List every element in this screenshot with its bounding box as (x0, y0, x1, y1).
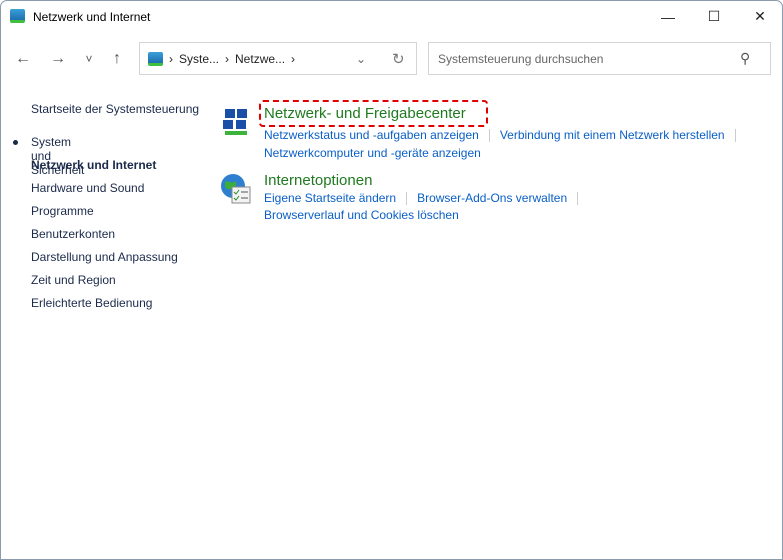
address-bar[interactable]: › Syste... › Netzwe... › ⌄ ↻ (139, 42, 417, 75)
clear-history-link[interactable]: Browserverlauf und Cookies löschen (264, 208, 459, 222)
connect-network-link[interactable]: Verbindung mit einem Netzwerk herstellen (500, 128, 725, 142)
chevron-right-icon[interactable]: › (291, 52, 295, 66)
chevron-right-icon: › (225, 51, 230, 66)
address-dropdown-icon[interactable]: ⌄ (356, 52, 386, 66)
window-title: Netzwerk und Internet (33, 10, 151, 24)
search-placeholder: Systemsteuerung durchsuchen (438, 51, 604, 66)
network-center-icon (221, 107, 251, 137)
chevron-right-icon: › (169, 51, 173, 66)
minimize-button[interactable]: — (645, 1, 691, 32)
internet-options-links: Eigene Startseite ändern Browser-Add-Ons… (264, 191, 579, 205)
maximize-button[interactable]: ☐ (691, 1, 737, 32)
sidebar-item-accessibility[interactable]: Erleichterte Bedienung (31, 296, 152, 310)
recent-locations-button[interactable]: ˅ (77, 47, 101, 71)
internet-options-icon (220, 173, 252, 205)
network-computers-link[interactable]: Netzwerkcomputer und -geräte anzeigen (264, 146, 481, 160)
internet-options-heading[interactable]: Internetoptionen (264, 172, 372, 189)
divider (734, 128, 736, 142)
back-button[interactable]: ← (11, 47, 35, 71)
refresh-icon[interactable]: ↻ (392, 50, 416, 68)
app-icon (10, 9, 25, 23)
network-center-links: Netzwerkstatus und -aufgaben anzeigen Ve… (264, 128, 736, 142)
search-input[interactable]: Systemsteuerung durchsuchen ⚲ (428, 42, 771, 75)
sidebar-item-accounts[interactable]: Benutzerkonten (31, 227, 115, 241)
active-bullet-icon (13, 140, 18, 145)
breadcrumb-item[interactable]: Syste... (179, 52, 219, 66)
location-icon (148, 51, 163, 66)
forward-button[interactable]: → (46, 47, 70, 71)
sidebar-item-network[interactable]: Netzwerk und Internet (31, 158, 156, 172)
breadcrumb-item[interactable]: Netzwe... (235, 52, 285, 66)
network-center-heading[interactable]: Netzwerk- und Freigabecenter (264, 105, 466, 122)
close-button[interactable]: ✕ (737, 1, 783, 32)
network-status-link[interactable]: Netzwerkstatus und -aufgaben anzeigen (264, 128, 479, 142)
search-icon[interactable]: ⚲ (740, 50, 770, 67)
divider (406, 191, 408, 205)
homepage-link[interactable]: Eigene Startseite ändern (264, 191, 396, 205)
addons-link[interactable]: Browser-Add-Ons verwalten (417, 191, 567, 205)
sidebar-home-link[interactable]: Startseite der Systemsteuerung (31, 102, 199, 116)
sidebar-item-time[interactable]: Zeit und Region (31, 273, 116, 287)
divider (577, 191, 579, 205)
sidebar-item-appearance[interactable]: Darstellung und Anpassung (31, 250, 178, 264)
divider (488, 128, 490, 142)
up-button[interactable]: ↑ (105, 47, 129, 71)
sidebar-item-programs[interactable]: Programme (31, 204, 94, 218)
sidebar-item-hardware[interactable]: Hardware und Sound (31, 181, 144, 195)
